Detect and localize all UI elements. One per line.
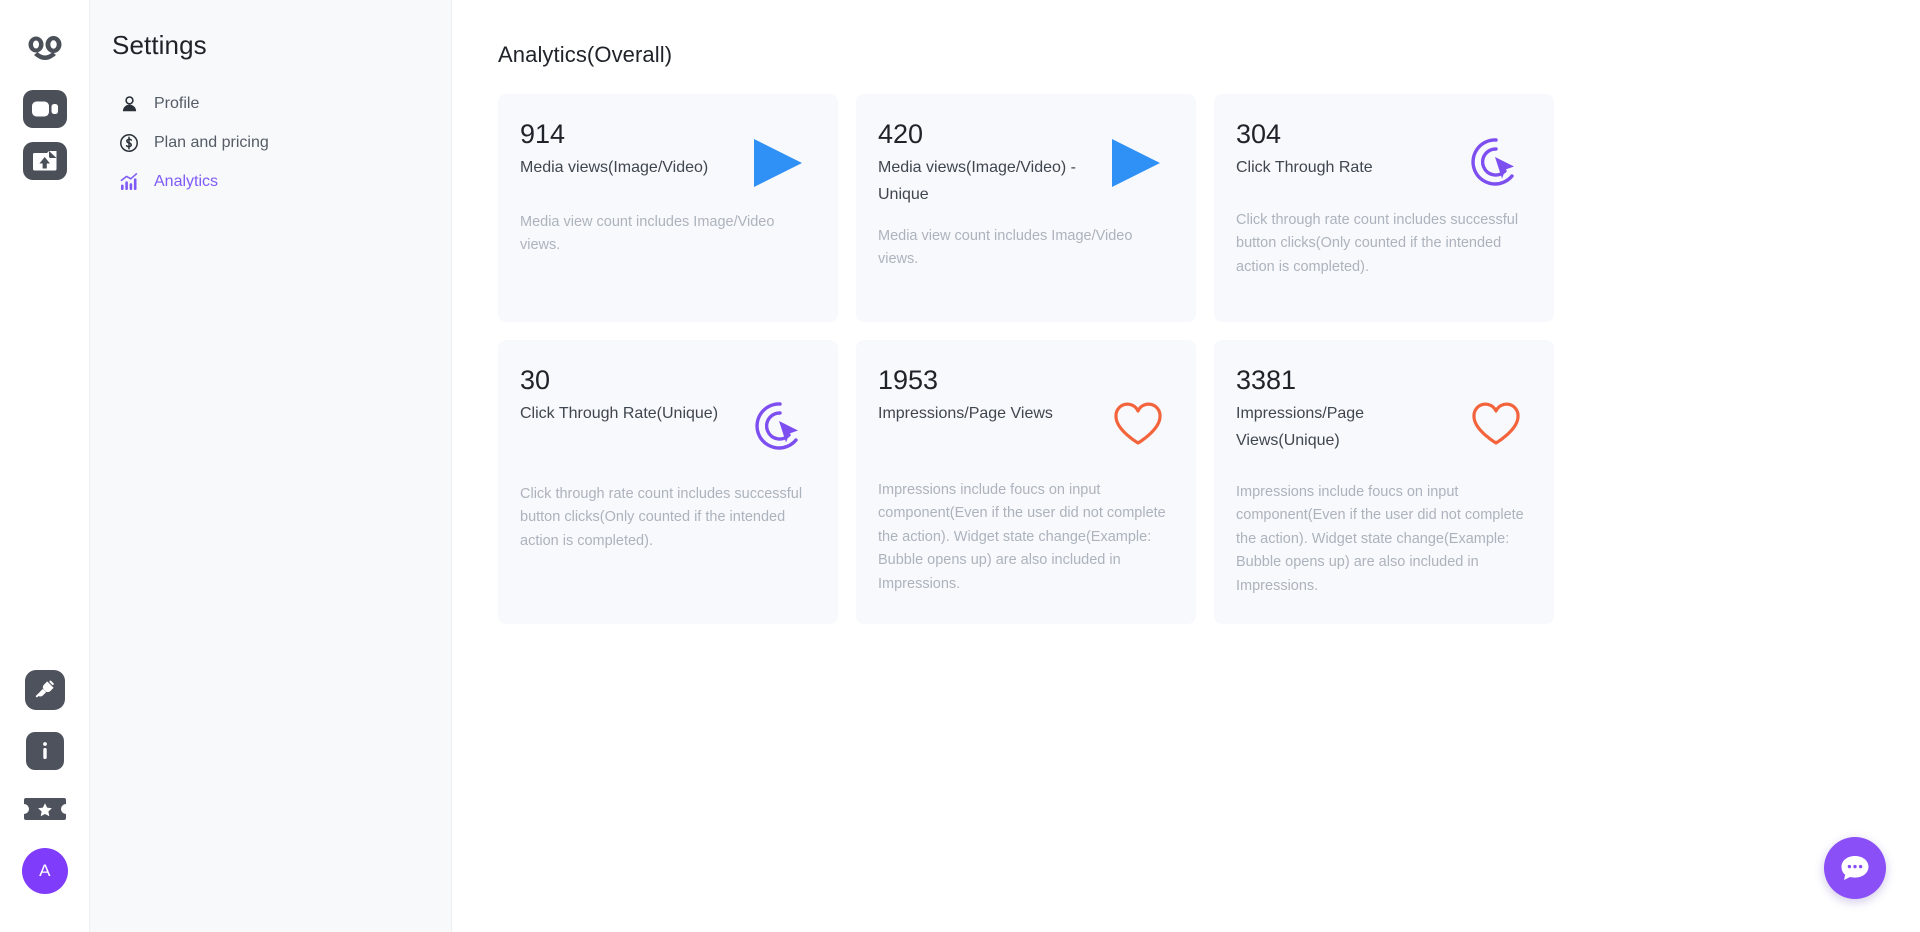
ticket-star-icon[interactable] [22,792,68,826]
card-headtext: 304 Click Through Rate [1236,118,1373,181]
main-content: Analytics(Overall) 914 Media views(Image… [452,0,1920,932]
card-header: 420 Media views(Image/Video) - Unique [878,118,1174,209]
avatar-initial: A [39,861,51,880]
analytics-card-grid: 914 Media views(Image/Video) Media view … [498,94,1554,625]
card-label: Impressions/Page Views [878,404,1053,422]
analytics-card: 420 Media views(Image/Video) - Unique Me… [856,94,1196,322]
ticket-star-badge-icon [24,798,66,820]
analytics-card: 30 Click Through Rate(Unique) Click thro… [498,340,838,625]
card-description: Click through rate count includes succes… [1236,212,1519,275]
card-value: 3381 [1236,365,1297,395]
analytics-card: 3381 Impressions/Page Views(Unique) Impr… [1214,340,1554,625]
avatar[interactable]: A [22,848,68,894]
dollar-circle-icon [118,132,140,154]
information-icon [43,742,47,759]
card-label: Media views(Image/Video) - Unique [878,158,1077,204]
heart-icon [1470,364,1532,453]
chart-bars-icon [118,171,140,193]
card-header: 304 Click Through Rate [1236,118,1532,193]
card-value: 30 [520,365,551,395]
person-icon [118,93,140,115]
upload-file-icon [32,151,56,171]
app-root: A Settings Profile Plan and pricing Anal… [0,0,1920,932]
page-title: Settings [112,30,207,60]
card-headtext: 30 Click Through Rate(Unique) [520,364,718,427]
chat-launcher[interactable] [1824,837,1886,899]
sidebar-item-label: Analytics [154,173,219,190]
smiley-logo-icon [28,36,61,60]
card-description: Impressions include foucs on input compo… [1236,483,1524,594]
card-label: Impressions/Page Views(Unique) [1236,404,1365,450]
card-label: Media views(Image/Video) [520,158,709,176]
settings-panel: Settings Profile Plan and pricing Analyt… [90,0,452,932]
card-description: Impressions include foucs on input compo… [878,482,1166,592]
card-headtext: 420 Media views(Image/Video) - Unique [878,118,1093,209]
sidebar-item-analytics[interactable]: Analytics [108,165,451,199]
plug-connector-icon [35,680,54,698]
chat-bubble-icon [1841,856,1869,880]
sidebar-item-label: Profile [154,95,200,112]
app-logo-smiley[interactable] [20,26,70,76]
icon-rail-bottom: A [0,670,90,894]
sidebar-item-profile[interactable]: Profile [108,87,451,121]
card-value: 304 [1236,119,1282,149]
upload-icon[interactable] [22,142,67,180]
card-label: Click Through Rate(Unique) [520,404,719,422]
card-value: 914 [520,119,566,149]
card-value: 420 [878,119,924,149]
card-label: Click Through Rate [1236,158,1373,176]
card-headtext: 1953 Impressions/Page Views [878,364,1053,427]
icon-rail: A [0,0,90,932]
analytics-card: 304 Click Through Rate Click through rat… [1214,94,1554,322]
plug-integrations-icon[interactable] [25,670,65,710]
info-icon[interactable] [26,732,64,770]
click-target-icon [1470,118,1532,193]
card-header: 3381 Impressions/Page Views(Unique) [1236,364,1532,455]
card-description: Media view count includes Image/Video vi… [520,214,775,254]
play-icon [1106,118,1174,195]
analytics-card: 914 Media views(Image/Video) Media view … [498,94,838,322]
card-header: 914 Media views(Image/Video) [520,118,816,195]
video-camera-icon [31,101,58,117]
video-icon[interactable] [22,90,67,128]
card-headtext: 3381 Impressions/Page Views(Unique) [1236,364,1451,455]
card-description: Click through rate count includes succes… [520,486,803,549]
settings-nav: Profile Plan and pricing Analytics [90,87,451,199]
card-header: 1953 Impressions/Page Views [878,364,1174,453]
sidebar-item-plan-and-pricing[interactable]: Plan and pricing [108,126,451,160]
sidebar-item-label: Plan and pricing [154,134,269,151]
play-icon [748,118,816,195]
card-description: Media view count includes Image/Video vi… [878,227,1133,268]
analytics-card: 1953 Impressions/Page Views Impressions … [856,340,1196,625]
heart-icon [1112,364,1174,453]
icon-rail-top [20,0,70,180]
click-target-icon [754,364,816,457]
card-value: 1953 [878,365,939,395]
card-header: 30 Click Through Rate(Unique) [520,364,816,457]
card-headtext: 914 Media views(Image/Video) [520,118,708,181]
analytics-heading: Analytics(Overall) [498,42,673,67]
